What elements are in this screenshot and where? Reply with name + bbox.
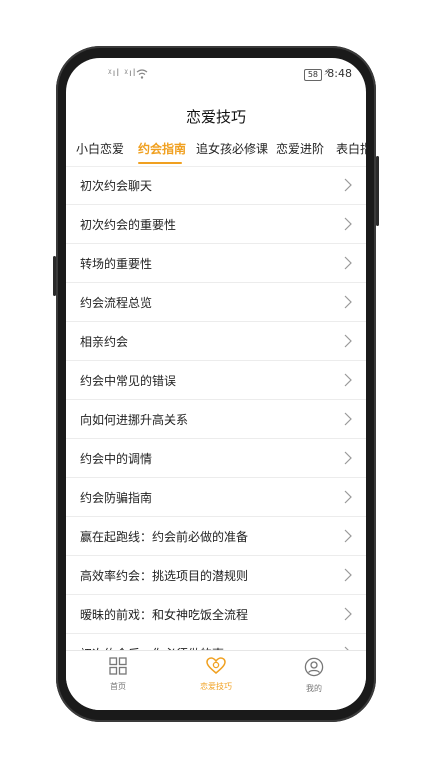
list-item-label: 暧昧的前戏：和女神吃饭全流程 [80,608,249,622]
tab-advanced[interactable]: 恋爱进阶 [276,140,324,157]
list-item-label: 约会中的调情 [80,452,153,466]
chevron-right-icon [344,568,352,582]
list-item-label: 约会流程总览 [80,296,153,310]
chevron-right-icon [344,607,352,621]
nav-love-tips-label: 恋爱技巧 [200,682,232,691]
list-item-label: 初次约会聊天 [80,179,153,193]
active-tab-indicator [138,162,182,164]
list-item-label: 向如何进挪升高关系 [80,413,189,427]
list-item[interactable]: 向如何进挪升高关系 [66,400,366,439]
volume-button [53,256,56,296]
list-item-label: 初次约会的重要性 [80,218,177,232]
list-item[interactable]: 初次约会的重要性 [66,205,366,244]
list-item-label: 约会防骗指南 [80,491,153,505]
list-item[interactable]: 赢在起跑线：约会前必做的准备 [66,517,366,556]
chevron-right-icon [344,256,352,270]
bottom-nav: 首页 恋爱技巧 我的 [66,650,366,710]
nav-profile-label: 我的 [306,684,322,693]
list-item[interactable]: 约会中的调情 [66,439,366,478]
chevron-right-icon [344,334,352,348]
nav-profile[interactable]: 我的 [284,657,344,694]
list-item-label: 相亲约会 [80,335,129,349]
list-item[interactable]: 相亲约会 [66,322,366,361]
chevron-right-icon [344,529,352,543]
article-list: 初次约会聊天 初次约会的重要性 转场的重要性 约会流程总览 相亲约会 约会中常见… [66,166,366,673]
user-icon [304,657,324,677]
chevron-right-icon [344,295,352,309]
list-item-label: 赢在起跑线：约会前必做的准备 [80,530,249,544]
tab-pursuit-course[interactable]: 追女孩必修课 [196,140,268,157]
chevron-right-icon [344,178,352,192]
wifi-icon [136,69,148,79]
list-item[interactable]: 约会防骗指南 [66,478,366,517]
battery-icon: 58 [303,69,322,81]
power-button [376,156,379,226]
list-item[interactable]: 暧昧的前戏：和女神吃饭全流程 [66,595,366,634]
chevron-right-icon [344,490,352,504]
category-tabs: 小白恋爱 约会指南 追女孩必修课 恋爱进阶 表白指 [66,132,366,167]
nav-love-tips[interactable]: 恋爱技巧 [186,657,246,692]
tab-beginner[interactable]: 小白恋爱 [76,140,124,157]
nav-home-label: 首页 [110,682,126,691]
list-item-label: 转场的重要性 [80,257,153,271]
chevron-right-icon [344,451,352,465]
grid-icon [109,657,127,675]
chevron-right-icon [344,217,352,231]
status-time: 8:48 [327,67,352,80]
signal-icon: ᵡıl ᵡıl [108,68,137,79]
tab-confession[interactable]: 表白指 [336,140,366,157]
list-item[interactable]: 高效率约会：挑选项目的潜规则 [66,556,366,595]
list-item[interactable]: 初次约会聊天 [66,166,366,205]
list-item[interactable]: 转场的重要性 [66,244,366,283]
list-item[interactable]: 约会流程总览 [66,283,366,322]
page-title: 恋爱技巧 [185,108,246,126]
phone-frame: ᵡıl ᵡıl 58 ⚡ 8:48 恋爱技巧 小白恋爱 约会指南 追女孩必修课 … [53,46,379,722]
heart-icon [206,657,226,674]
chevron-right-icon [344,373,352,387]
status-bar: ᵡıl ᵡıl 58 ⚡ 8:48 [66,58,366,96]
nav-home[interactable]: 首页 [88,657,148,692]
list-item[interactable]: 约会中常见的错误 [66,361,366,400]
list-item-label: 高效率约会：挑选项目的潜规则 [80,569,249,583]
tab-dating-guide[interactable]: 约会指南 [138,140,186,157]
app-screen: ᵡıl ᵡıl 58 ⚡ 8:48 恋爱技巧 小白恋爱 约会指南 追女孩必修课 … [66,58,366,710]
chevron-right-icon [344,412,352,426]
list-item-label: 约会中常见的错误 [80,374,177,388]
